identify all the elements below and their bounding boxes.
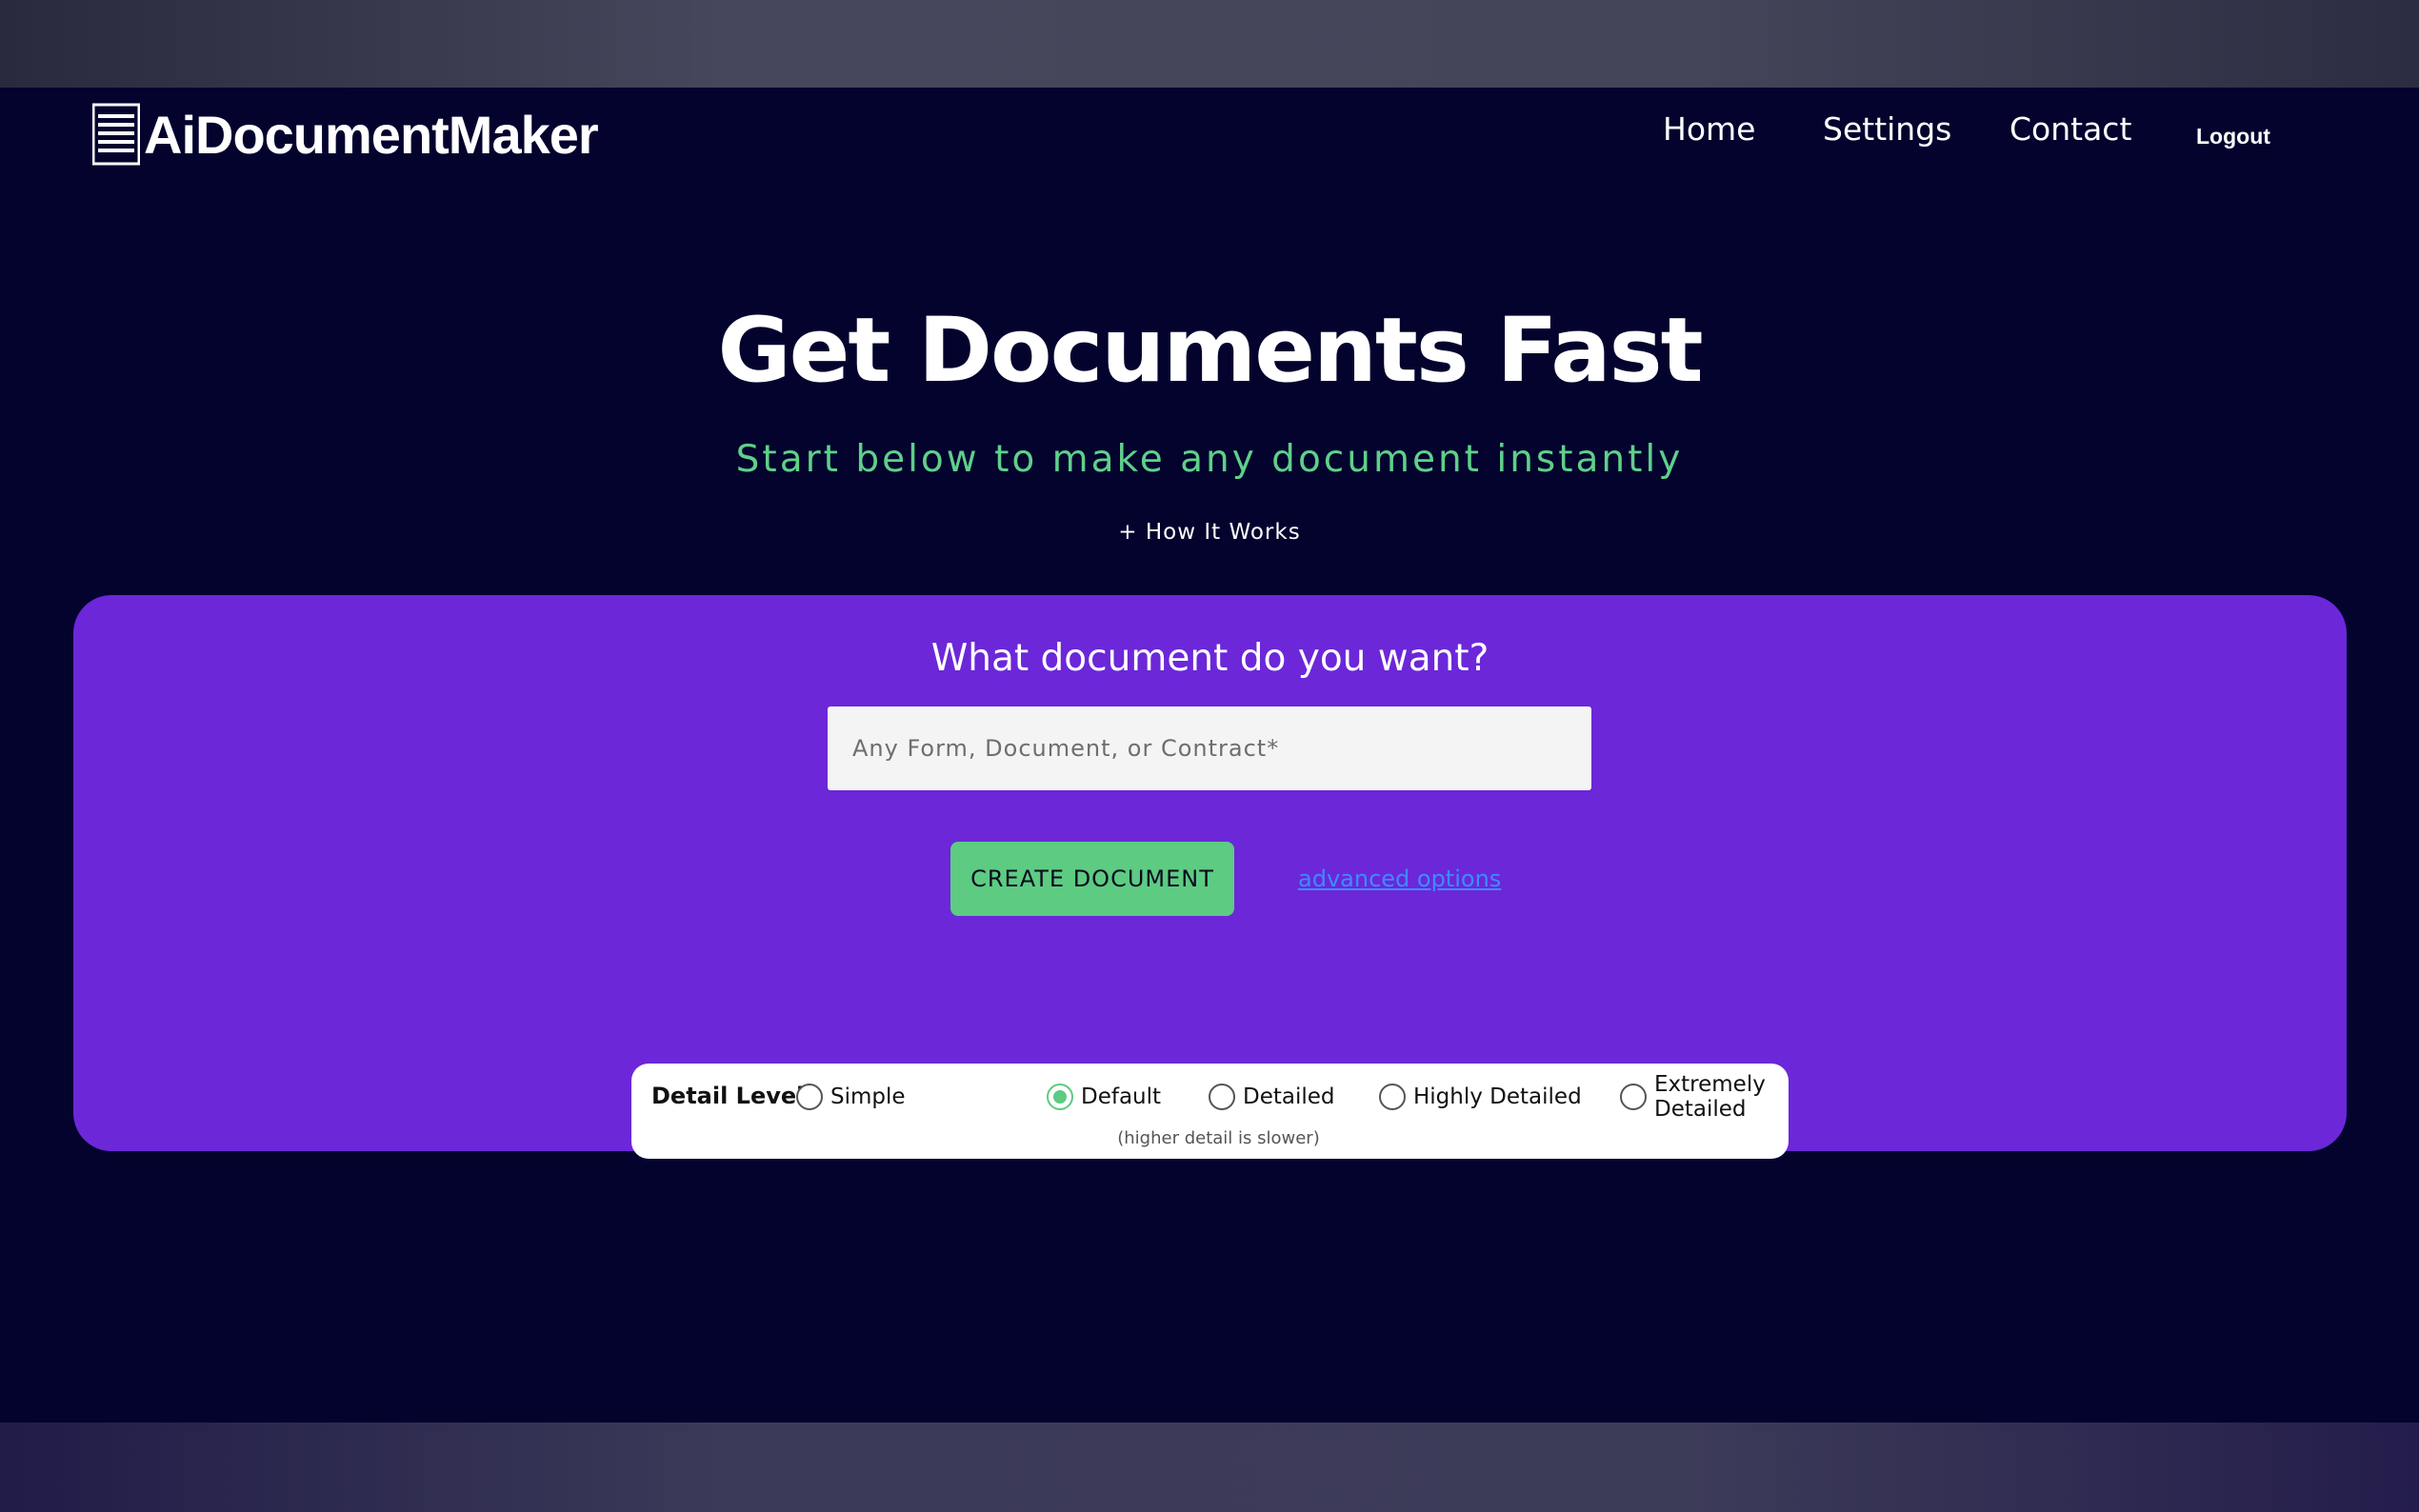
- page-subtitle: Start below to make any document instant…: [735, 438, 1684, 481]
- radio-extremely-detailed[interactable]: [1620, 1084, 1647, 1110]
- radio-label-detailed: Detailed: [1243, 1084, 1335, 1109]
- create-document-button[interactable]: CREATE DOCUMENT: [950, 842, 1234, 916]
- radio-highly-detailed[interactable]: [1379, 1084, 1406, 1110]
- detail-level-panel: Detail Level Simple Default Detailed Hig…: [631, 1064, 1789, 1159]
- detail-option-simple[interactable]: Simple: [796, 1081, 906, 1113]
- nav-home-link[interactable]: Home: [1663, 110, 1755, 148]
- document-request-card: What document do you want? CREATE DOCUME…: [73, 595, 2347, 1159]
- radio-label-highly-detailed: Highly Detailed: [1413, 1084, 1582, 1109]
- logout-link[interactable]: Logout: [2196, 124, 2270, 149]
- radio-label-extremely-detailed: Extremely Detailed: [1654, 1072, 1766, 1122]
- detail-level-note: (higher detail is slower): [1117, 1128, 1320, 1148]
- brand-logo[interactable]: AiDocumentMaker: [92, 101, 599, 168]
- nav-contact-link[interactable]: Contact: [2009, 110, 2131, 148]
- page: AiDocumentMaker Home Settings Contact Lo…: [0, 88, 2419, 1422]
- advanced-options-link[interactable]: advanced options: [1298, 865, 1501, 892]
- detail-option-highly-detailed[interactable]: Highly Detailed: [1379, 1081, 1582, 1113]
- radio-simple[interactable]: [796, 1084, 823, 1110]
- radio-detailed[interactable]: [1209, 1084, 1235, 1110]
- radio-default[interactable]: [1047, 1084, 1073, 1110]
- detail-option-default[interactable]: Default: [1047, 1081, 1161, 1113]
- brand-name: AiDocumentMaker: [144, 104, 599, 165]
- how-it-works-toggle[interactable]: + How It Works: [1118, 520, 1300, 545]
- page-title: Get Documents Fast: [717, 299, 1703, 403]
- detail-option-extremely-detailed[interactable]: Extremely Detailed: [1620, 1072, 1789, 1122]
- nav-settings-link[interactable]: Settings: [1823, 110, 1951, 148]
- navbar: AiDocumentMaker Home Settings Contact Lo…: [0, 88, 2419, 183]
- detail-option-detailed[interactable]: Detailed: [1209, 1081, 1335, 1113]
- document-lines-icon: [92, 103, 140, 166]
- radio-label-simple: Simple: [830, 1084, 906, 1109]
- radio-label-default: Default: [1081, 1084, 1162, 1109]
- document-input[interactable]: [828, 706, 1591, 790]
- document-question: What document do you want?: [930, 637, 1489, 680]
- detail-level-label: Detail Level: [651, 1083, 805, 1109]
- browser-bottom-band: [0, 1422, 2419, 1512]
- browser-top-band: [0, 0, 2419, 88]
- how-it-works-row: + How It Works: [0, 520, 2419, 545]
